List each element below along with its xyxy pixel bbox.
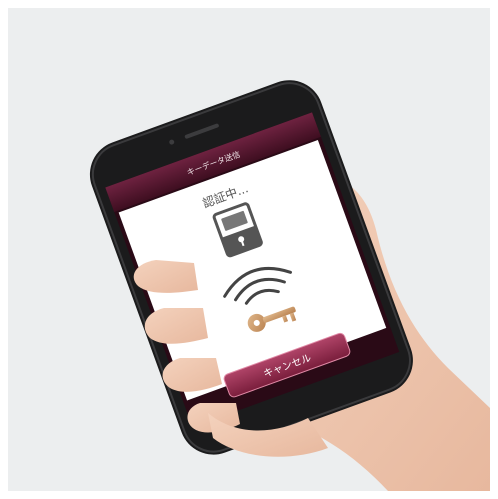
index-finger: [133, 260, 198, 293]
ring-finger: [162, 358, 222, 392]
middle-finger: [144, 308, 208, 344]
photo-scene: キーデータ送信 認証中... キャンセル: [8, 8, 490, 491]
